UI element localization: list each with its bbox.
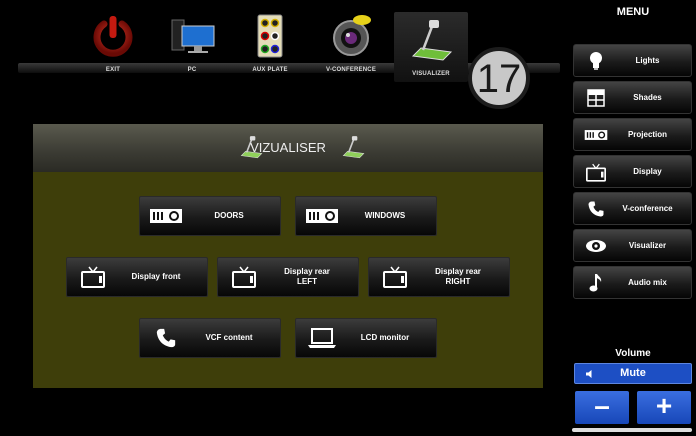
mute-button[interactable]: Mute: [574, 363, 692, 384]
menu-item-label: Audio mix: [628, 278, 667, 287]
button-label: Display rear RIGHT: [435, 267, 481, 286]
vcf-content-button[interactable]: VCF content: [139, 318, 281, 358]
phone-icon: [584, 198, 608, 220]
phone-icon: [148, 325, 184, 351]
menu-item-visualizer[interactable]: Visualizer: [573, 229, 692, 262]
doors-button[interactable]: DOORS: [139, 196, 281, 236]
menu-item-label: Shades: [633, 93, 662, 102]
menu-item-label: Visualizer: [628, 241, 667, 250]
menu-item-label: Display: [633, 167, 662, 176]
eye-icon: [584, 235, 608, 257]
page-number-badge: 17: [468, 47, 530, 109]
lcd-monitor-button[interactable]: LCD monitor: [295, 318, 437, 358]
aux-plate-icon: [257, 14, 283, 58]
menu-item-label: Projection: [627, 130, 668, 139]
camera-icon: [333, 15, 371, 56]
source-label: VISUALIZER: [412, 71, 450, 77]
shades-icon: [584, 87, 608, 109]
source-label: AUX PLATE: [252, 67, 288, 73]
volume-title: Volume: [615, 348, 651, 359]
menu-item-label: Lights: [635, 56, 660, 65]
menu-item-label: V-conference: [622, 204, 673, 213]
menu-item-display[interactable]: Display: [573, 155, 692, 188]
panel-header: VIZUALISER: [33, 124, 543, 172]
source-v-conference-button[interactable]: V-CONFERENCE: [314, 8, 388, 78]
button-label: DOORS: [214, 211, 244, 220]
tv-icon: [377, 264, 413, 290]
source-exit-button[interactable]: EXIT: [76, 8, 150, 78]
laptop-icon: [304, 325, 340, 351]
button-label: Display front: [131, 272, 181, 281]
tv-icon: [226, 264, 262, 290]
source-label: PC: [187, 67, 197, 73]
button-label: LCD monitor: [360, 333, 410, 342]
menu-item-projection[interactable]: Projection: [573, 118, 692, 151]
windows-button[interactable]: WINDOWS: [295, 196, 437, 236]
source-visualizer-button[interactable]: VISUALIZER: [394, 12, 468, 82]
power-icon: [93, 16, 133, 57]
menu-item-audio-mix[interactable]: Audio mix: [573, 266, 692, 299]
menu-title: MENU: [616, 6, 650, 18]
projector-icon: [304, 203, 340, 229]
source-label: EXIT: [105, 67, 121, 73]
volume-slider[interactable]: [572, 428, 692, 432]
source-aux-plate-button[interactable]: AUX PLATE: [233, 8, 307, 78]
visualizer-icon: [342, 136, 365, 159]
menu-item-shades[interactable]: Shades: [573, 81, 692, 114]
tv-icon: [584, 161, 608, 183]
button-label: WINDOWS: [364, 211, 406, 220]
panel-title: VIZUALISER: [250, 140, 326, 155]
button-label: Display rear LEFT: [284, 267, 330, 286]
projector-icon: [148, 203, 184, 229]
visualizer-icon: [411, 20, 453, 61]
source-pc-button[interactable]: PC: [155, 8, 229, 78]
projector-icon: [584, 124, 608, 146]
bulb-icon: [584, 50, 608, 72]
volume-down-button[interactable]: –: [575, 391, 629, 424]
button-label: VCF content: [205, 333, 253, 342]
panel-body: DOORS WINDOWS Display front Display rear…: [33, 172, 543, 388]
display-front-button[interactable]: Display front: [66, 257, 208, 297]
mute-label: Mute: [620, 367, 646, 379]
music-note-icon: [584, 272, 608, 294]
tv-icon: [75, 264, 111, 290]
display-rear-left-button[interactable]: Display rear LEFT: [217, 257, 359, 297]
display-rear-right-button[interactable]: Display rear RIGHT: [368, 257, 510, 297]
menu-item-lights[interactable]: Lights: [573, 44, 692, 77]
source-label: V-CONFERENCE: [325, 67, 377, 73]
menu-item-v-conference[interactable]: V-conference: [573, 192, 692, 225]
pc-icon: [171, 19, 215, 53]
volume-up-button[interactable]: +: [637, 391, 691, 424]
